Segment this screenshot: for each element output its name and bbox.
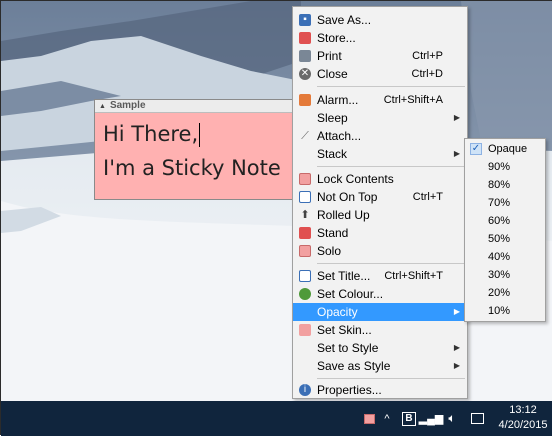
menu-item-set-colour[interactable]: Set Colour... [293, 285, 467, 303]
colour-icon [299, 288, 311, 300]
submenu-arrow-icon: ▶ [453, 113, 460, 122]
menu-item-store[interactable]: Store... [293, 29, 467, 47]
menu-item-set-to-style[interactable]: Set to Style ▶ [293, 339, 467, 357]
note-content[interactable]: Hi There, I'm a Sticky Note [95, 113, 303, 185]
menu-item-stack[interactable]: Stack ▶ [293, 145, 467, 163]
notification-icon[interactable] [468, 401, 486, 436]
network-icon[interactable]: ▂▄▆ [419, 401, 444, 436]
opacity-submenu: ✓ Opaque 90% 80% 70% 60% 50% 40% 30% 20%… [464, 138, 546, 322]
menu-item-stand[interactable]: Stand [293, 224, 467, 242]
volume-icon[interactable]: 🔈︎ [443, 401, 461, 436]
clock-date: 4/20/2015 [498, 419, 548, 431]
sticky-note[interactable]: ▲ Sample Hi There, I'm a Sticky Note [94, 99, 304, 200]
info-icon: i [299, 384, 311, 396]
roll-up-icon: ⬆ [300, 209, 310, 221]
taskbar-clock[interactable]: 13:12 4/20/2015 [498, 403, 548, 433]
menu-item-sleep[interactable]: Sleep ▶ [293, 109, 467, 127]
menu-separator [317, 378, 465, 379]
opacity-10[interactable]: 10% [465, 302, 545, 320]
stickies-tray-icon[interactable] [361, 401, 377, 436]
opacity-opaque[interactable]: ✓ Opaque [465, 140, 545, 158]
menu-item-opacity[interactable]: Opacity ▶ [293, 303, 467, 321]
menu-item-rolled-up[interactable]: ⬆ Rolled Up [293, 206, 467, 224]
menu-item-properties[interactable]: i Properties... [293, 381, 467, 399]
opacity-50[interactable]: 50% [465, 230, 545, 248]
window-icon [299, 191, 311, 203]
lock-icon [299, 173, 311, 185]
menu-item-save-as[interactable]: ▪ Save As... [293, 11, 467, 29]
menu-item-close[interactable]: ✕ Close Ctrl+D [293, 65, 467, 83]
opacity-70[interactable]: 70% [465, 194, 545, 212]
note-title-bar[interactable]: ▲ Sample [95, 100, 303, 113]
menu-item-attach[interactable]: ⟋ Attach... [293, 127, 467, 145]
menu-item-not-on-top[interactable]: Not On Top Ctrl+T [293, 188, 467, 206]
print-icon [299, 50, 311, 62]
opacity-60[interactable]: 60% [465, 212, 545, 230]
menu-item-alarm[interactable]: Alarm... Ctrl+Shift+A [293, 91, 467, 109]
solo-icon [299, 245, 311, 257]
alarm-icon [299, 94, 311, 106]
opacity-90[interactable]: 90% [465, 158, 545, 176]
submenu-arrow-icon: ▶ [453, 149, 460, 158]
checkmark-icon: ✓ [470, 143, 482, 155]
menu-item-print[interactable]: Print Ctrl+P [293, 47, 467, 65]
menu-separator [317, 166, 465, 167]
collapse-triangle-icon[interactable]: ▲ [99, 103, 106, 110]
menu-item-save-as-style[interactable]: Save as Style ▶ [293, 357, 467, 375]
submenu-arrow-icon: ▶ [453, 343, 460, 352]
menu-separator [317, 86, 465, 87]
menu-item-set-skin[interactable]: Set Skin... [293, 321, 467, 339]
text-caret [199, 123, 201, 147]
opacity-20[interactable]: 20% [465, 284, 545, 302]
bold-b-icon[interactable]: B [400, 401, 418, 436]
up-arrow-icon[interactable]: ^ [379, 401, 395, 436]
menu-separator [317, 263, 465, 264]
opacity-40[interactable]: 40% [465, 248, 545, 266]
note-title: Sample [109, 100, 146, 111]
note-line-2: I'm a Sticky Note [103, 156, 281, 180]
taskbar: ^ B ▂▄▆ 🔈︎ 13:12 4/20/2015 [1, 401, 552, 436]
save-icon: ▪ [299, 14, 311, 26]
opacity-80[interactable]: 80% [465, 176, 545, 194]
clock-time: 13:12 [509, 404, 537, 416]
stand-icon [299, 227, 311, 239]
skin-icon [299, 324, 311, 336]
title-icon [299, 270, 311, 282]
store-icon [299, 32, 311, 44]
note-line-1: Hi There, [103, 122, 199, 146]
menu-item-set-title[interactable]: Set Title... Ctrl+Shift+T [293, 267, 467, 285]
submenu-arrow-icon: ▶ [453, 307, 460, 316]
paperclip-icon: ⟋ [301, 130, 309, 142]
context-menu: ▪ Save As... Store... Print Ctrl+P ✕ Clo… [292, 6, 468, 399]
menu-item-lock-contents[interactable]: Lock Contents [293, 170, 467, 188]
close-icon: ✕ [299, 68, 311, 80]
opacity-30[interactable]: 30% [465, 266, 545, 284]
submenu-arrow-icon: ▶ [453, 361, 460, 370]
menu-item-solo[interactable]: Solo [293, 242, 467, 260]
